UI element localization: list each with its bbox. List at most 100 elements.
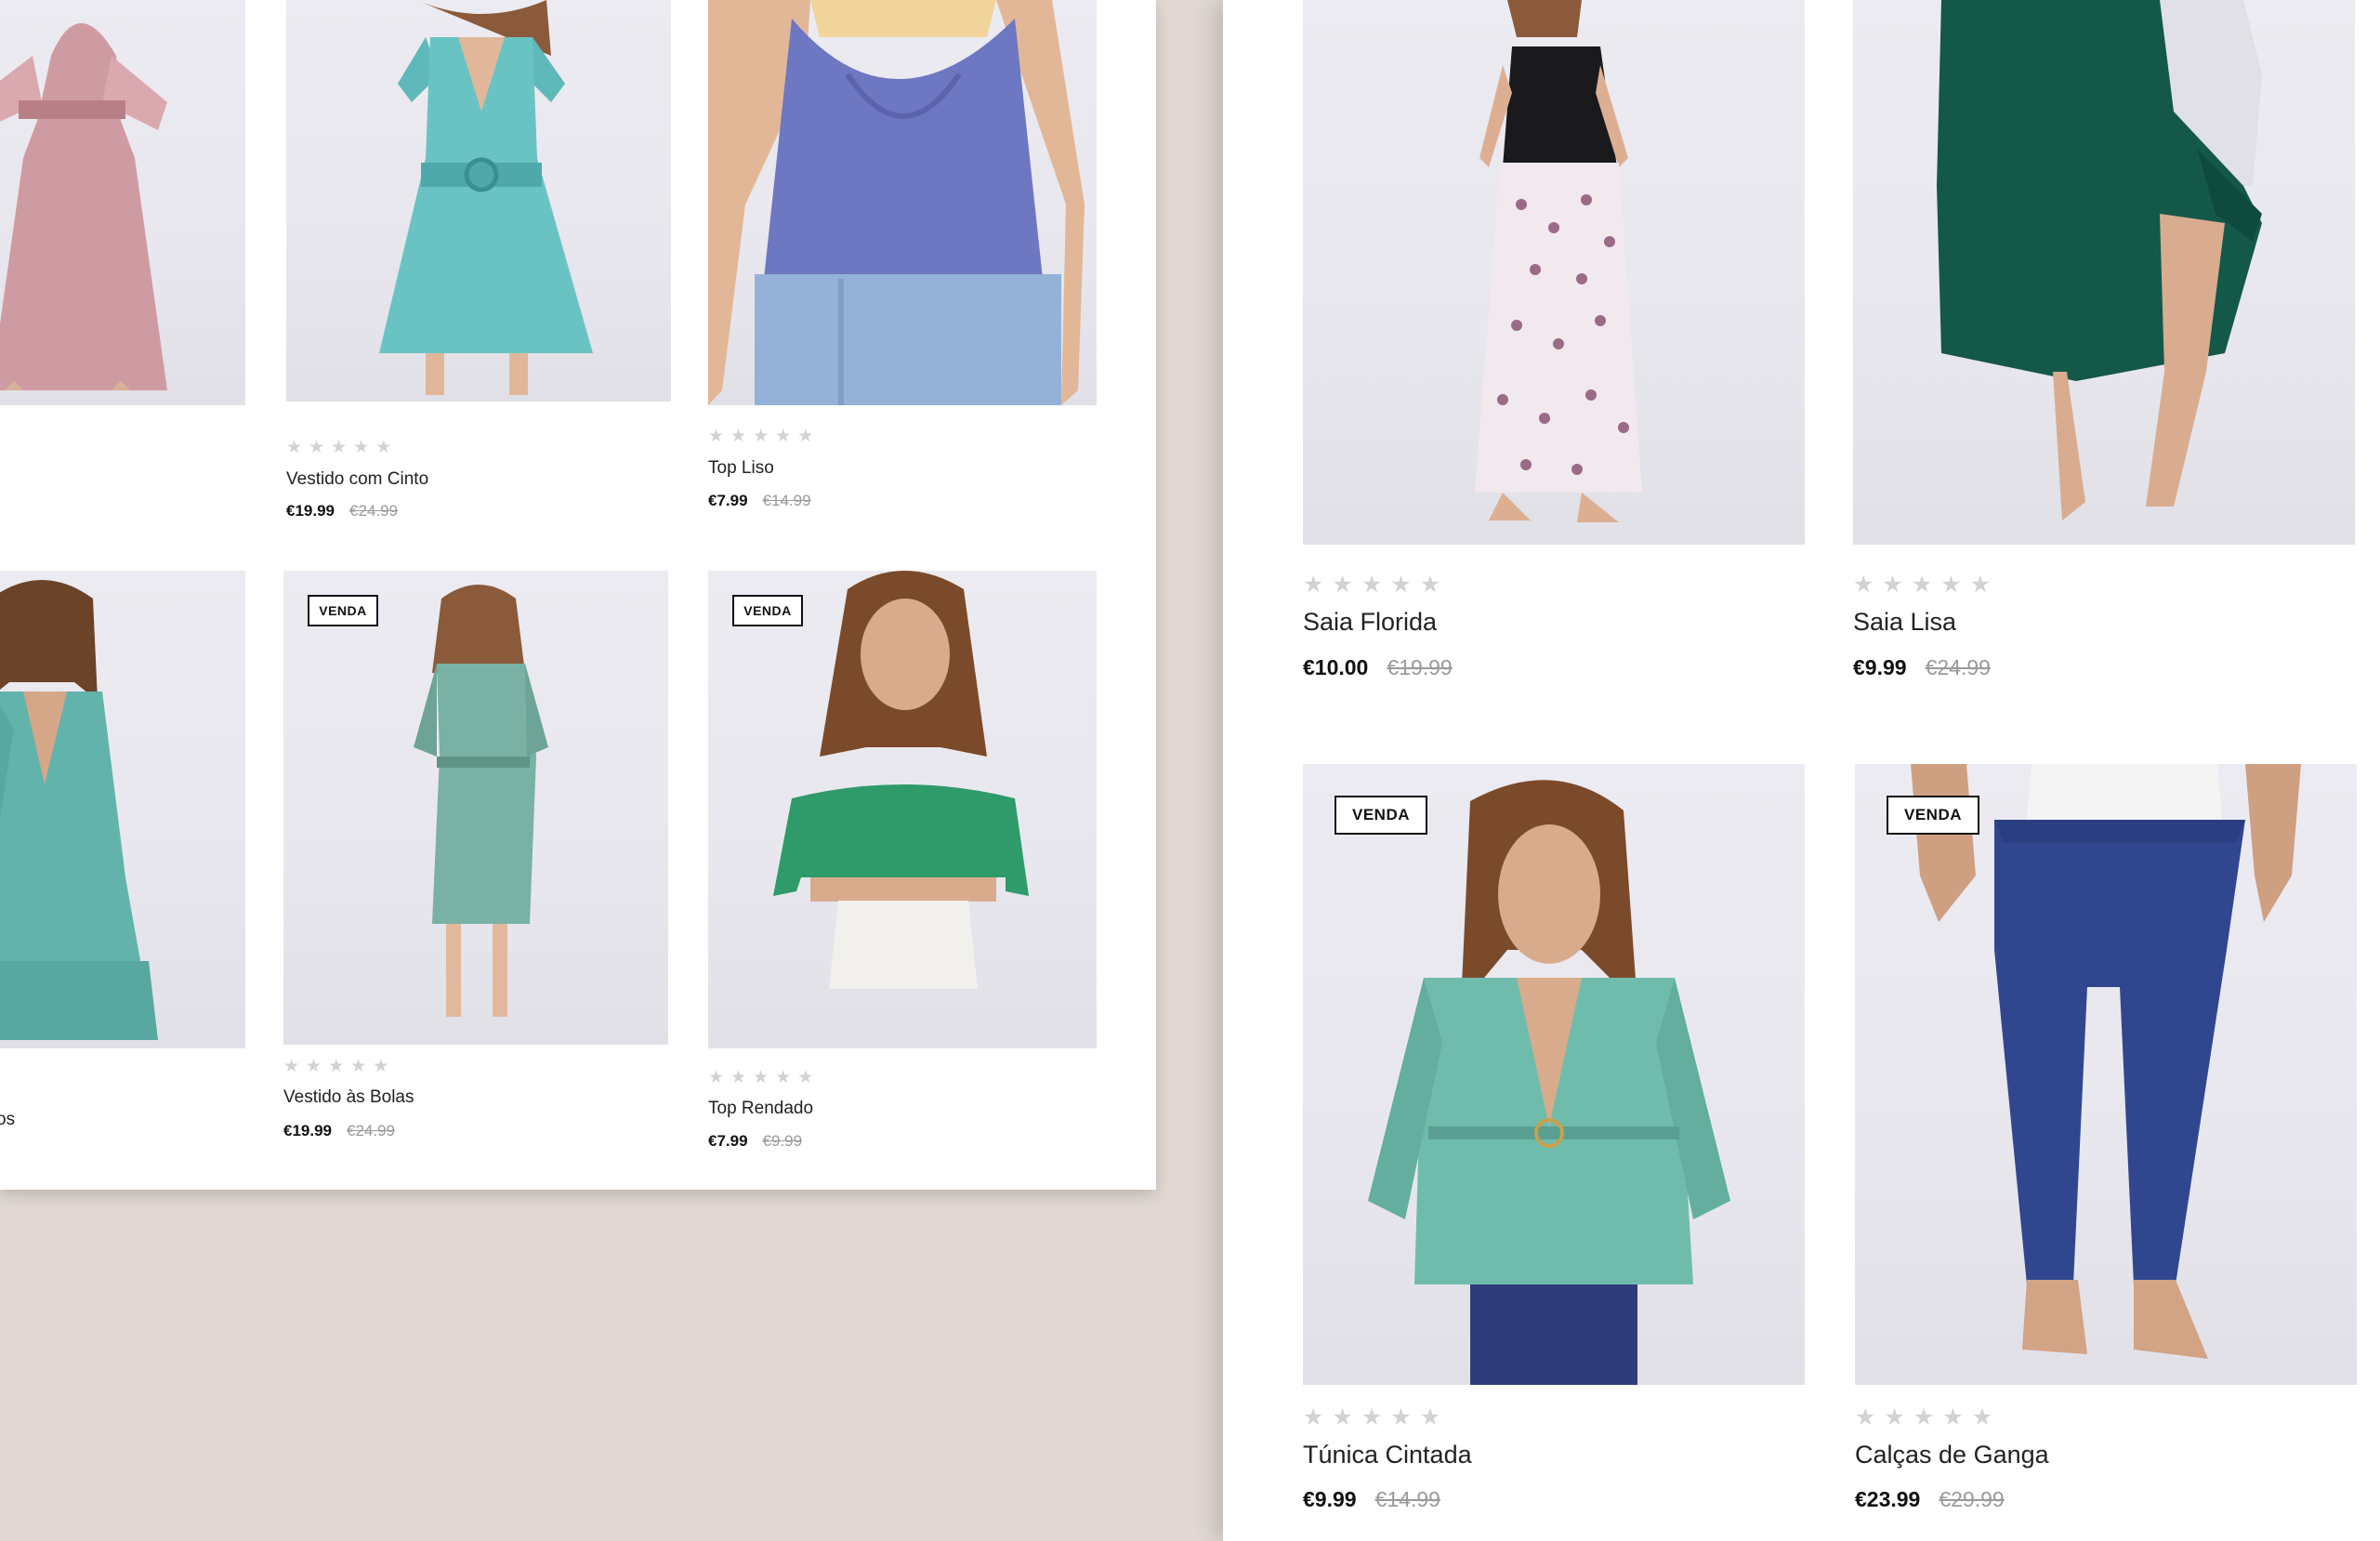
old-price: €9.99	[762, 1132, 803, 1150]
star-icon: ★	[1303, 572, 1333, 598]
product-price: €7.99 €14.99	[708, 492, 811, 510]
mint-tunic-photo	[1368, 780, 1730, 1385]
product-name[interactable]: Saia Lisa	[1853, 608, 1956, 637]
pink-dress-photo	[0, 23, 167, 390]
old-price: €24.99	[1925, 655, 1991, 679]
product-card-top-rendado[interactable]: VENDA ★★★★★ Top Rendado €7.99 €9.99	[708, 571, 1097, 1156]
product-name[interactable]: Vestido às Bolas	[283, 1087, 414, 1108]
star-icon: ★	[1884, 1404, 1913, 1430]
product-image[interactable]: VENDA	[708, 571, 1097, 1048]
product-name[interactable]: Túnica Cintada	[1303, 1441, 1472, 1469]
rating-stars: ★★★★★	[286, 437, 398, 458]
star-icon: ★	[1390, 1404, 1420, 1430]
product-price: €7.99 €9.99	[708, 1132, 802, 1151]
star-icon: ★	[730, 1068, 754, 1087]
star-icon: ★	[375, 438, 399, 457]
floral-skirt-photo	[1475, 0, 1642, 522]
rating-stars: ★★★★★	[1303, 571, 1449, 599]
product-card-top-liso[interactable]: ★★★★★ Top Liso €7.99 €14.99	[708, 0, 1097, 520]
product-card-saia-lisa[interactable]: ★★★★★ Saia Lisa €9.99 €24.99	[1853, 0, 2355, 697]
green-satin-skirt-photo	[1937, 0, 2262, 520]
product-image[interactable]	[0, 571, 245, 1048]
star-icon: ★	[1361, 1404, 1391, 1430]
sale-badge: VENDA	[1335, 796, 1427, 835]
star-icon: ★	[1853, 572, 1883, 598]
product-image[interactable]: VENDA	[1303, 764, 1805, 1385]
product-image[interactable]	[708, 0, 1097, 405]
product-grid-right: ★★★★★ Saia Florida €10.00 €19.99 ★★★★★ Sa…	[1223, 0, 2380, 1541]
star-icon: ★	[1911, 572, 1941, 598]
product-card-calcas-de-ganga[interactable]: VENDA ★★★★★ Calças de Ganga €23.99 €29.99	[1855, 764, 2357, 1541]
product-card-vestido-as-bolas[interactable]: VENDA ★★★★★ Vestido às Bolas €19.99 €24.9…	[283, 571, 668, 1162]
star-icon: ★	[1940, 572, 1970, 598]
product-card-vestido-com-cinto[interactable]: ★★★★★ Vestido com Cinto €19.99 €24.99	[286, 0, 671, 539]
old-price: €14.99	[1374, 1487, 1440, 1511]
star-icon: ★	[797, 427, 821, 446]
current-price: €19.99	[286, 502, 335, 520]
product-image[interactable]: VENDA	[283, 571, 668, 1045]
product-name[interactable]: Top Liso	[708, 458, 774, 479]
teal-belted-dress-photo	[379, 0, 593, 395]
star-icon: ★	[1855, 1404, 1885, 1430]
product-card-teal-ruffle-dress[interactable]: os	[0, 571, 245, 1147]
product-price: €9.99 €14.99	[1303, 1487, 1440, 1512]
star-icon: ★	[1332, 1404, 1361, 1430]
current-price: €10.00	[1303, 655, 1369, 679]
old-price: €29.99	[1939, 1487, 2005, 1511]
product-image[interactable]	[1303, 0, 1805, 545]
product-card-saia-florida[interactable]: ★★★★★ Saia Florida €10.00 €19.99	[1303, 0, 1805, 697]
star-icon: ★	[797, 1068, 821, 1087]
old-price: €24.99	[349, 502, 398, 520]
current-price: €9.99	[1853, 655, 1907, 679]
star-icon: ★	[775, 427, 798, 446]
current-price: €9.99	[1303, 1487, 1357, 1511]
rating-stars: ★★★★★	[1855, 1403, 2001, 1431]
sale-badge: VENDA	[308, 595, 378, 626]
star-icon: ★	[286, 438, 309, 457]
star-icon: ★	[1303, 1404, 1333, 1430]
star-icon: ★	[1969, 572, 2000, 598]
product-name[interactable]: Vestido com Cinto	[286, 469, 428, 490]
rating-stars: ★★★★★	[1853, 571, 1999, 599]
product-card-pink-dress[interactable]	[0, 0, 245, 405]
product-price: €10.00 €19.99	[1303, 655, 1453, 680]
product-price: €9.99 €24.99	[1853, 655, 1991, 680]
star-icon: ★	[309, 438, 332, 457]
current-price: €7.99	[708, 1132, 748, 1150]
current-price: €7.99	[708, 492, 748, 509]
product-image[interactable]: VENDA	[1855, 764, 2357, 1385]
product-name-fragment[interactable]: os	[0, 1110, 15, 1130]
current-price: €19.99	[283, 1122, 332, 1139]
sale-badge: VENDA	[1887, 796, 1979, 835]
product-card-tunica-cintada[interactable]: VENDA ★★★★★ Túnica Cintada €9.99 €14.99	[1303, 764, 1805, 1541]
blue-jeans-photo	[1911, 764, 2301, 1359]
current-price: €23.99	[1855, 1487, 1921, 1511]
product-image[interactable]	[286, 0, 671, 402]
product-grid-left: ★★★★★ Vestido com Cinto €19.99 €24.99 ★★★…	[0, 0, 1156, 1190]
star-icon: ★	[353, 438, 376, 457]
product-name[interactable]: Calças de Ganga	[1855, 1441, 2049, 1469]
old-price: €24.99	[347, 1122, 395, 1139]
teal-dotted-dress-photo	[414, 585, 548, 1017]
star-icon: ★	[708, 427, 731, 446]
rating-stars: ★★★★★	[708, 1067, 820, 1088]
product-name[interactable]: Saia Florida	[1303, 608, 1437, 637]
product-image[interactable]	[1853, 0, 2355, 545]
star-icon: ★	[1390, 572, 1420, 598]
old-price: €14.99	[762, 492, 811, 509]
product-price: €23.99 €29.99	[1855, 1487, 2005, 1512]
star-icon: ★	[1913, 1404, 1943, 1430]
star-icon: ★	[1419, 572, 1450, 598]
green-offshoulder-top-photo	[773, 571, 1029, 989]
old-price: €19.99	[1387, 655, 1453, 679]
sale-badge: VENDA	[732, 595, 803, 626]
product-image[interactable]	[0, 0, 245, 405]
star-icon: ★	[373, 1057, 396, 1076]
product-name[interactable]: Top Rendado	[708, 1099, 813, 1119]
star-icon: ★	[753, 1068, 776, 1087]
blue-top-photo	[708, 0, 1085, 405]
star-icon: ★	[350, 1057, 374, 1076]
star-icon: ★	[1942, 1404, 1972, 1430]
star-icon: ★	[328, 1057, 351, 1076]
star-icon: ★	[306, 1057, 329, 1076]
